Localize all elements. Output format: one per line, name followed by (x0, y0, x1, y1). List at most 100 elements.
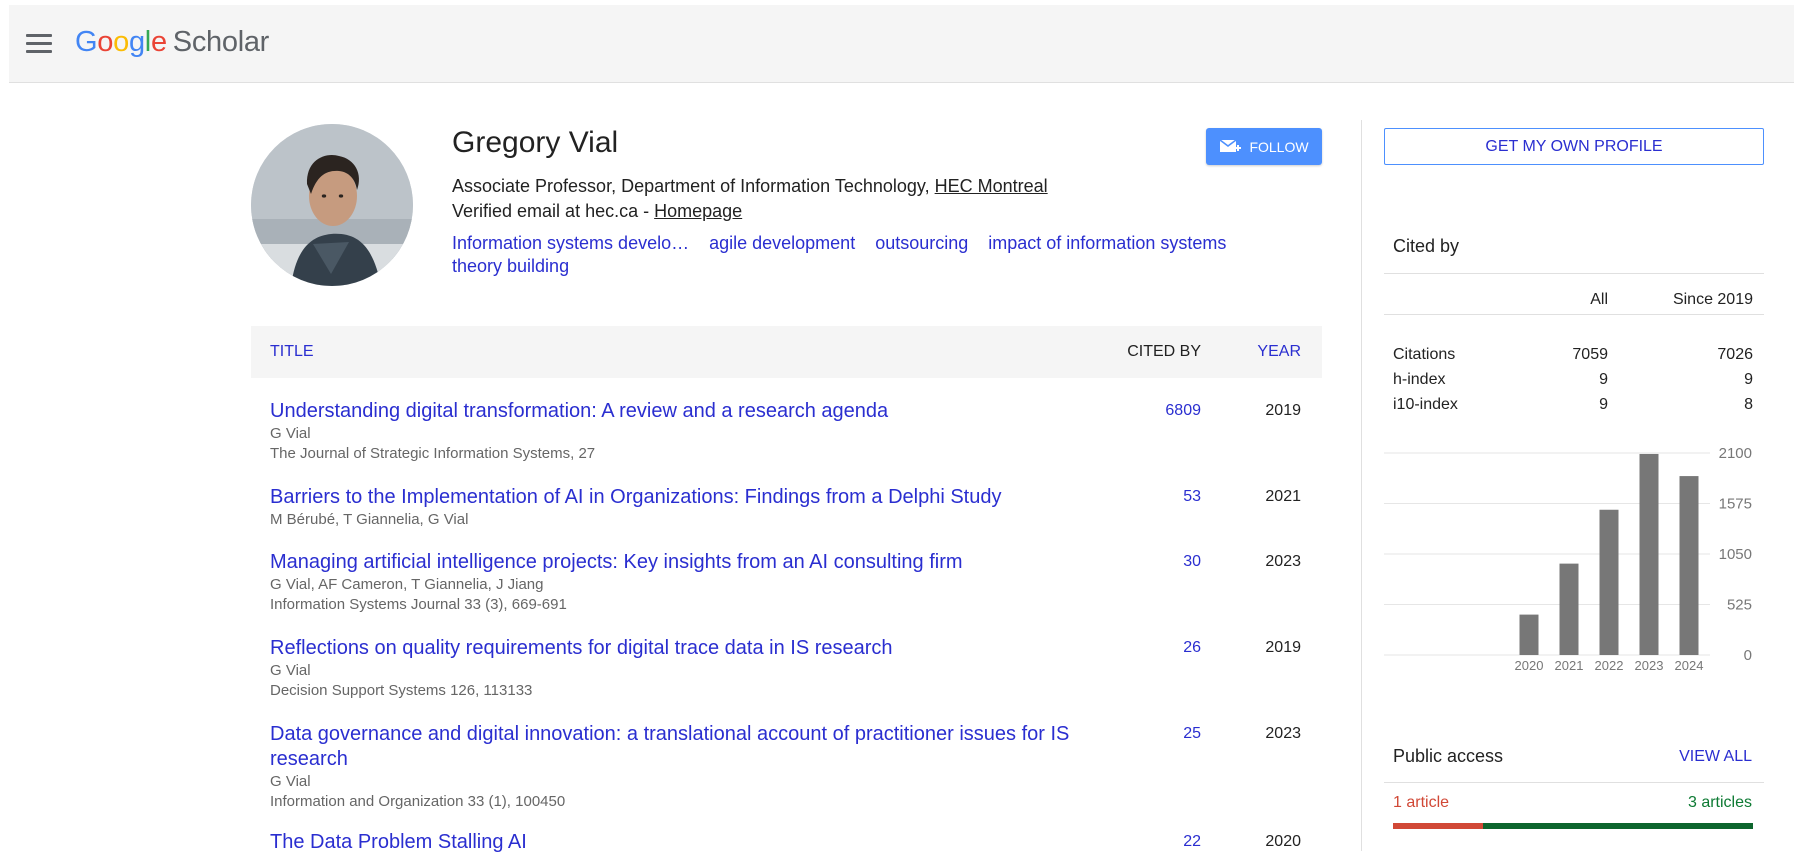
cited-by-count[interactable]: 6809 (1165, 402, 1201, 420)
logo-product-name: Scholar (172, 26, 270, 58)
table-row: Data governance and digital innovation: … (251, 722, 1322, 830)
x-tick-label: 2020 (1515, 658, 1544, 673)
bar[interactable] (1679, 476, 1699, 655)
public-access-heading: Public access (1393, 746, 1504, 766)
stats-label[interactable]: Citations (1384, 342, 1503, 367)
x-tick-label: 2021 (1555, 658, 1584, 673)
verified-email: Verified email at hec.ca - Homepage (452, 201, 742, 222)
bar[interactable] (1599, 509, 1619, 655)
article-year: 2019 (1265, 639, 1301, 656)
article-year: 2023 (1265, 553, 1301, 570)
article-venue: The Journal of Strategic Information Sys… (270, 445, 596, 462)
article-year: 2023 (1265, 725, 1301, 742)
cited-by-count[interactable]: 22 (1183, 833, 1201, 851)
article-title[interactable]: Barriers to the Implementation of AI in … (270, 485, 1100, 510)
google-scholar-logo[interactable]: Google Scholar (75, 26, 269, 59)
articles-list: Understanding digital transformation: A … (251, 399, 1322, 860)
stats-since-value: 8 (1744, 395, 1753, 413)
interest-link[interactable]: theory building (452, 256, 569, 276)
y-tick-label: 1050 (1719, 546, 1752, 563)
cited-by-count[interactable]: 25 (1183, 725, 1201, 743)
person-photo-icon (251, 124, 413, 286)
logo-letter: e (150, 26, 167, 58)
stats-header-blank (1384, 283, 1503, 317)
x-tick-label: 2024 (1675, 658, 1704, 673)
table-row: The Data Problem Stalling AI 22 2020 (251, 830, 1322, 860)
stats-label[interactable]: h-index (1384, 367, 1503, 392)
x-tick-label: 2022 (1595, 658, 1624, 673)
article-year: 2020 (1265, 833, 1301, 850)
cited-by-count[interactable]: 26 (1183, 639, 1201, 657)
interest-link[interactable]: outsourcing (875, 233, 968, 253)
table-row: Understanding digital transformation: A … (251, 399, 1322, 485)
stats-header-since: Since 2019 (1672, 291, 1753, 308)
article-authors: M Bérubé, T Giannelia, G Vial (270, 511, 469, 528)
stats-all-value: 9 (1599, 370, 1608, 388)
affiliation-link[interactable]: HEC Montreal (935, 176, 1048, 196)
top-app-bar: Google Scholar (9, 5, 1794, 83)
article-title[interactable]: Reflections on quality requirements for … (270, 636, 1100, 661)
article-venue: Information Systems Journal 33 (3), 669-… (270, 596, 567, 613)
follow-button[interactable]: FOLLOW (1206, 128, 1322, 165)
article-venue: Decision Support Systems 126, 113133 (270, 682, 533, 699)
stats-all-value: 9 (1599, 395, 1608, 413)
stats-since-value: 9 (1744, 370, 1753, 388)
cited-by-column-header: CITED BY (1127, 343, 1201, 360)
affiliation-text: Associate Professor, Department of Infor… (452, 176, 930, 196)
y-tick-label: 0 (1744, 647, 1752, 664)
article-title[interactable]: The Data Problem Stalling AI (270, 830, 1100, 855)
sort-by-year[interactable]: YEAR (1257, 343, 1301, 361)
view-all-link[interactable]: VIEW ALL (1679, 748, 1752, 766)
sort-by-title[interactable]: TITLE (270, 343, 314, 361)
article-authors: G Vial (270, 662, 311, 679)
article-title[interactable]: Data governance and digital innovation: … (270, 722, 1100, 772)
interest-link[interactable]: impact of information systems (988, 233, 1226, 253)
follow-label: FOLLOW (1249, 138, 1309, 155)
column-divider (1361, 120, 1362, 851)
article-authors: G Vial (270, 773, 311, 790)
citation-stats-table: All Since 2019 Citations 7059 7026 h-ind… (1384, 283, 1764, 417)
table-row: Reflections on quality requirements for … (251, 636, 1322, 722)
x-tick-label: 2023 (1635, 658, 1664, 673)
cited-by-count[interactable]: 30 (1183, 553, 1201, 571)
y-tick-label: 525 (1727, 597, 1752, 614)
article-year: 2019 (1265, 402, 1301, 419)
divider (1384, 782, 1764, 783)
stats-since-value: 7026 (1717, 345, 1753, 363)
follow-mail-icon (1219, 138, 1242, 152)
interest-link[interactable]: agile development (709, 233, 855, 253)
article-authors: G Vial, AF Cameron, T Giannelia, J Jiang (270, 576, 544, 593)
logo-letter: o (97, 26, 114, 58)
profile-photo (251, 124, 413, 286)
cited-by-count[interactable]: 53 (1183, 488, 1201, 506)
email-text: Verified email at hec.ca - (452, 201, 650, 221)
article-venue: Information and Organization 33 (1), 100… (270, 793, 566, 810)
available-count[interactable]: 3 articles (1688, 794, 1752, 812)
affiliation: Associate Professor, Department of Infor… (452, 176, 1048, 197)
research-interests: Information systems develo… agile develop… (452, 232, 1282, 278)
article-year: 2021 (1265, 488, 1301, 505)
get-my-own-profile-button[interactable]: GET MY OWN PROFILE (1384, 128, 1764, 165)
not-available-count[interactable]: 1 article (1393, 794, 1449, 812)
article-title[interactable]: Managing artificial intelligence project… (270, 550, 1100, 575)
cited-by-heading: Cited by (1393, 236, 1460, 256)
divider (1384, 314, 1764, 315)
article-authors: G Vial (270, 425, 311, 442)
y-tick-label: 1575 (1719, 496, 1752, 513)
hamburger-menu-icon[interactable] (26, 34, 52, 54)
bar[interactable] (1519, 614, 1539, 655)
article-title[interactable]: Understanding digital transformation: A … (270, 399, 1100, 424)
homepage-link[interactable]: Homepage (654, 201, 742, 221)
divider (1384, 273, 1764, 274)
table-row: Barriers to the Implementation of AI in … (251, 485, 1322, 550)
stats-all-value: 7059 (1572, 345, 1608, 363)
table-row: Managing artificial intelligence project… (251, 550, 1322, 636)
bar[interactable] (1639, 453, 1659, 655)
logo-letter: g (128, 26, 145, 58)
profile-name: Gregory Vial (452, 126, 619, 159)
bar[interactable] (1559, 563, 1579, 655)
stats-label[interactable]: i10-index (1384, 392, 1503, 417)
interest-link[interactable]: Information systems develo… (452, 233, 689, 253)
stats-header-all: All (1590, 291, 1608, 308)
y-tick-label: 2100 (1719, 445, 1752, 462)
